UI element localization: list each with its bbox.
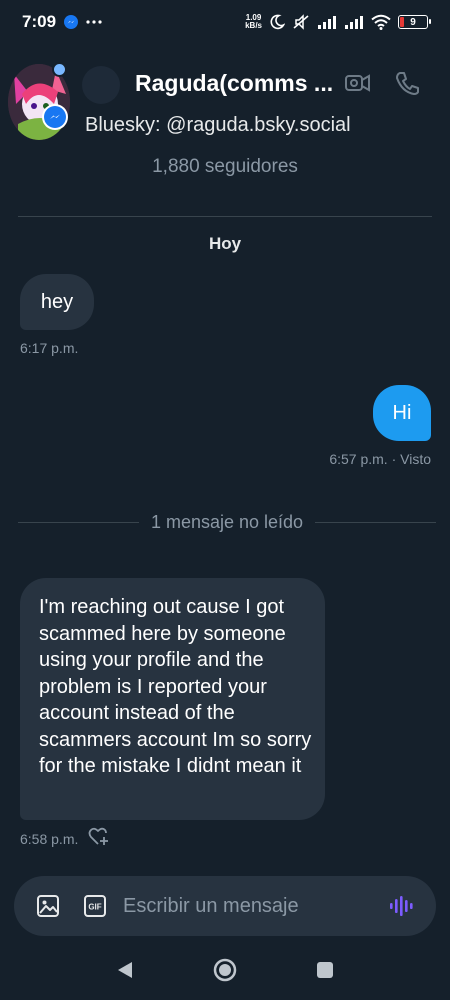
video-call-button[interactable] bbox=[343, 70, 373, 100]
message-input[interactable] bbox=[123, 894, 388, 918]
svg-text:GIF: GIF bbox=[88, 903, 101, 912]
recents-icon[interactable] bbox=[310, 955, 340, 985]
messenger-badge-icon bbox=[42, 104, 68, 130]
image-icon[interactable] bbox=[36, 893, 61, 919]
unread-label: 1 mensaje no leído bbox=[150, 512, 304, 532]
back-icon[interactable] bbox=[110, 955, 140, 985]
avatar-group[interactable] bbox=[8, 62, 70, 142]
messenger-icon bbox=[64, 15, 79, 29]
video-call-icon bbox=[344, 71, 372, 100]
wifi-icon bbox=[371, 14, 391, 30]
message-timestamp: 6:17 p.m. bbox=[20, 340, 79, 356]
message-bubble-incoming[interactable]: hey bbox=[20, 274, 94, 330]
message-text: hey bbox=[40, 290, 74, 313]
message-text: I'm reaching out cause I got scammed her… bbox=[39, 596, 312, 777]
status-bar: 7:09 1.09 kB/s 9 bbox=[0, 0, 450, 44]
home-icon[interactable] bbox=[210, 955, 240, 985]
signal-icon bbox=[317, 15, 337, 29]
message-bubble-incoming[interactable]: I'm reaching out cause I got scammed her… bbox=[20, 578, 325, 820]
contact-handle: Bluesky: @raguda.bsky.social bbox=[85, 114, 351, 136]
more-dots-icon bbox=[86, 20, 102, 24]
battery-icon: 9 bbox=[398, 15, 431, 29]
date-label: Hoy bbox=[208, 234, 242, 253]
followers-count: 1,880 seguidores bbox=[152, 156, 298, 177]
gif-icon[interactable]: GIF bbox=[83, 893, 108, 919]
message-status: 6:57 p.m. · Visto bbox=[329, 451, 431, 467]
divider bbox=[18, 216, 432, 217]
online-indicator bbox=[52, 62, 67, 77]
message-bubble-outgoing[interactable]: Hi bbox=[373, 385, 431, 441]
message-text: Hi bbox=[392, 401, 412, 424]
system-nav-bar bbox=[0, 940, 450, 1000]
net-speed: 1.09 kB/s bbox=[245, 13, 262, 30]
add-reaction-icon[interactable] bbox=[88, 827, 110, 850]
phone-icon bbox=[394, 70, 420, 101]
message-meta-row: 6:58 p.m. bbox=[20, 827, 110, 850]
voice-icon[interactable] bbox=[388, 893, 414, 919]
message-composer: GIF bbox=[14, 876, 436, 936]
unread-divider: 1 mensaje no leído bbox=[18, 512, 437, 533]
mute-icon bbox=[292, 14, 310, 30]
status-time: 7:09 bbox=[22, 12, 57, 31]
placeholder-avatar bbox=[82, 66, 120, 104]
call-button[interactable] bbox=[392, 70, 422, 100]
message-timestamp: 6:58 p.m. bbox=[20, 830, 79, 847]
contact-name[interactable]: Raguda(comms ... bbox=[135, 70, 333, 97]
signal-icon bbox=[344, 15, 364, 29]
moon-icon bbox=[269, 14, 285, 30]
